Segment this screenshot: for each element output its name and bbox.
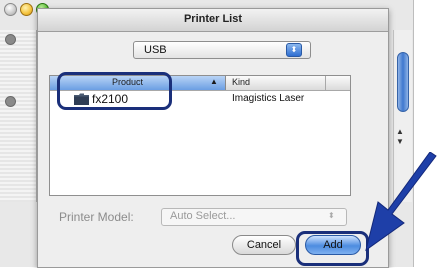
printer-model-value: Auto Select...	[170, 210, 236, 222]
printer-kind-cell: Imagistics Laser	[232, 93, 305, 104]
background-list-pane	[0, 30, 37, 202]
background-row-button[interactable]	[5, 34, 16, 45]
sort-ascending-icon: ▲	[210, 77, 218, 86]
minimize-button[interactable]	[20, 3, 33, 16]
connection-type-popup[interactable]: USB ⬍	[133, 41, 311, 59]
printer-model-label: Printer Model:	[59, 210, 134, 224]
background-scrollbar-thumb[interactable]	[397, 52, 409, 112]
scroll-down-arrow[interactable]: ▼	[396, 137, 404, 146]
callout-highlight-add	[296, 231, 369, 266]
scroll-up-arrow[interactable]: ▲	[396, 127, 404, 136]
popup-arrows-icon: ⬍	[286, 43, 302, 57]
popup-arrows-icon: ⬍	[328, 211, 335, 220]
annotation-arrow-icon	[365, 152, 437, 252]
connection-type-value: USB	[144, 44, 167, 56]
cancel-button[interactable]: Cancel	[232, 235, 296, 255]
callout-highlight-printer	[57, 72, 172, 110]
printer-list-dialog: Printer List USB ⬍ Product ▲ Kind fx2100…	[37, 8, 389, 268]
window-title: Printer List	[183, 13, 243, 25]
printer-model-popup[interactable]: Auto Select... ⬍	[161, 208, 347, 226]
title-bar: Printer List	[38, 9, 388, 32]
background-row-button[interactable]	[5, 96, 16, 107]
column-kind-label[interactable]: Kind	[232, 77, 250, 87]
column-divider	[325, 76, 326, 90]
close-button[interactable]	[4, 3, 17, 16]
